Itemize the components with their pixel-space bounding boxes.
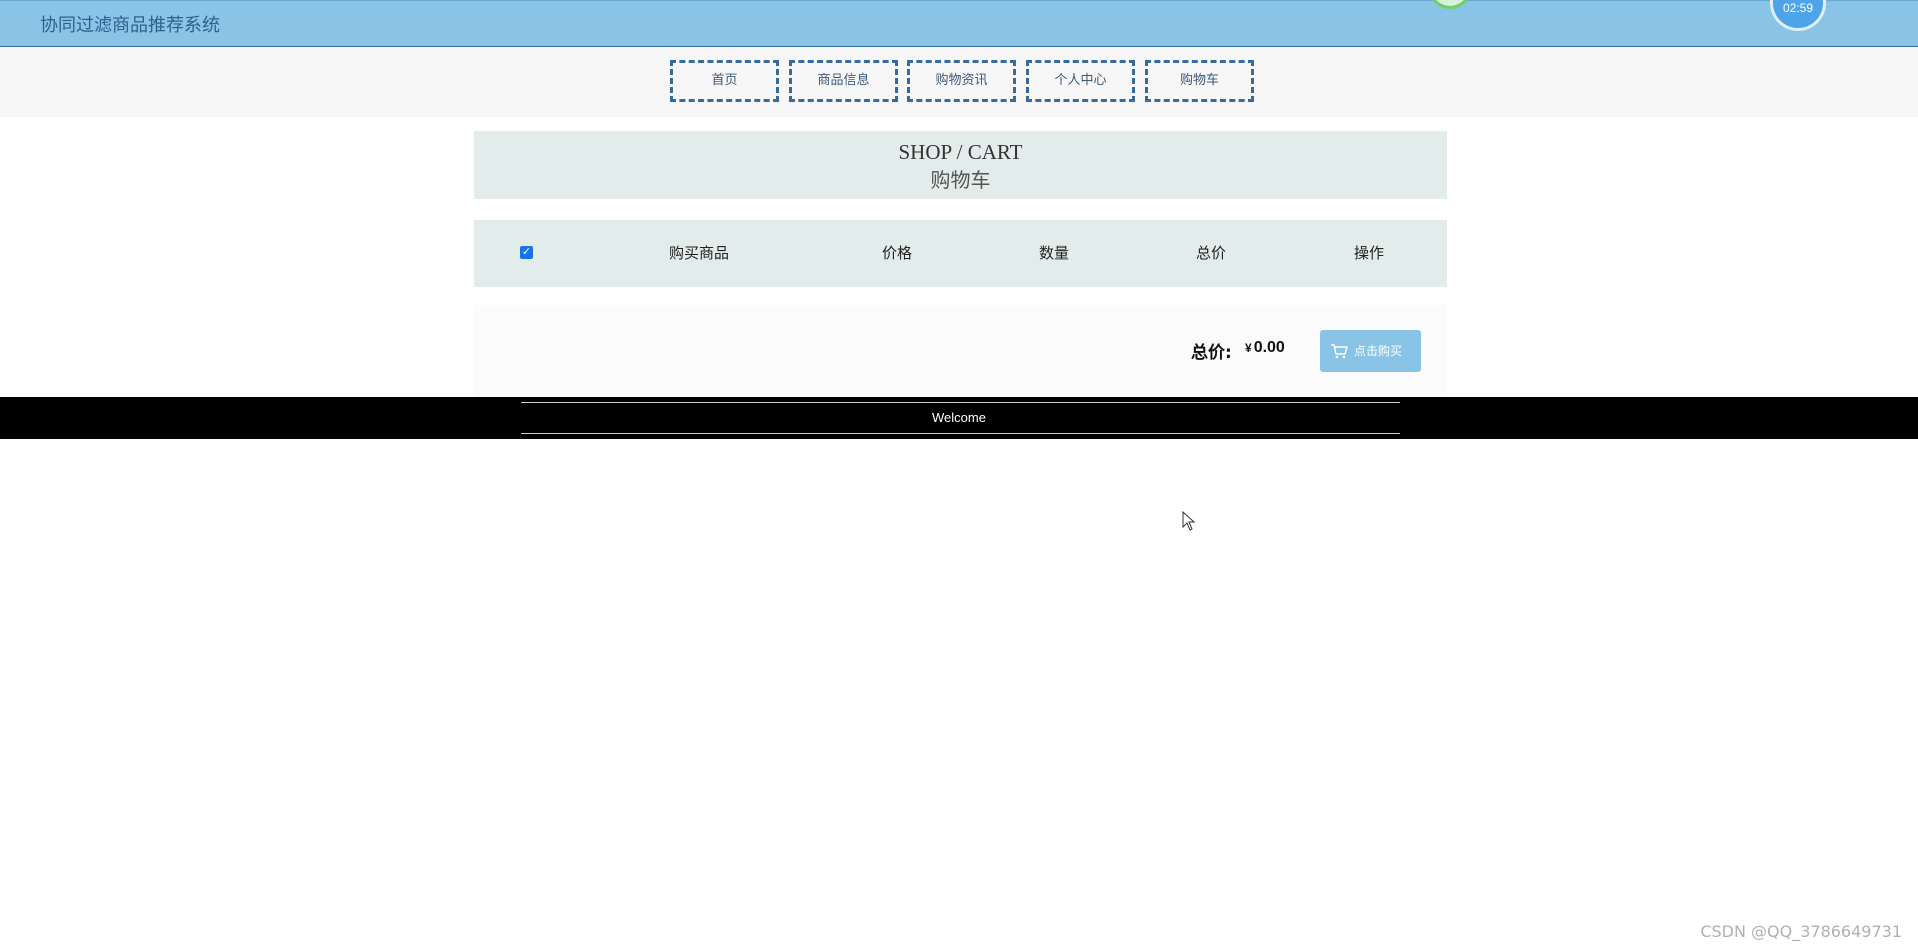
total-price-value: ¥0.00 (1245, 339, 1285, 357)
decorative-clock-widget (1428, 0, 1472, 9)
nav-item-personal-center[interactable]: 个人中心 (1026, 60, 1135, 102)
checkout-button[interactable]: 点击购买 (1320, 330, 1421, 372)
column-header-product: 购买商品 (668, 244, 730, 262)
column-header-price: 价格 (881, 244, 913, 262)
column-header-actions: 操作 (1353, 244, 1385, 262)
footer-welcome-text: Welcome (932, 410, 986, 425)
cart-summary: 总价: ¥0.00 点击购买 (474, 305, 1447, 396)
watermark: CSDN @QQ_3786649731 (1700, 922, 1902, 941)
page-title-en: SHOP / CART (898, 140, 1023, 164)
cart-table-header: ✓ 购买商品 价格 数量 总价 操作 (474, 220, 1447, 287)
page-title-panel: SHOP / CART 购物车 (474, 131, 1447, 199)
mouse-cursor-icon (1182, 511, 1196, 531)
nav-item-products[interactable]: 商品信息 (789, 60, 898, 102)
top-header-bar: 协同过滤商品推荐系统 02:59 (0, 0, 1918, 47)
total-amount: 0.00 (1253, 339, 1285, 356)
column-header-subtotal: 总价 (1195, 244, 1227, 262)
clock-widget: 02:59 (1770, 0, 1826, 31)
footer-divider (521, 402, 1400, 403)
column-header-quantity: 数量 (1038, 244, 1070, 262)
nav-item-home[interactable]: 首页 (670, 60, 779, 102)
nav-item-cart[interactable]: 购物车 (1145, 60, 1254, 102)
cart-icon (1331, 344, 1348, 359)
footer-divider (521, 433, 1400, 434)
site-title: 协同过滤商品推荐系统 (40, 15, 220, 36)
footer: Welcome (0, 397, 1918, 439)
nav-item-news[interactable]: 购物资讯 (907, 60, 1016, 102)
page-title-cn: 购物车 (930, 168, 991, 192)
total-price-label: 总价: (1191, 343, 1232, 363)
select-all-checkbox[interactable]: ✓ (520, 246, 533, 259)
clock-time: 02:59 (1782, 1, 1814, 15)
main-nav: 首页 商品信息 购物资讯 个人中心 购物车 (0, 47, 1918, 117)
currency-symbol: ¥ (1245, 341, 1252, 355)
checkout-button-label: 点击购买 (1354, 344, 1403, 358)
